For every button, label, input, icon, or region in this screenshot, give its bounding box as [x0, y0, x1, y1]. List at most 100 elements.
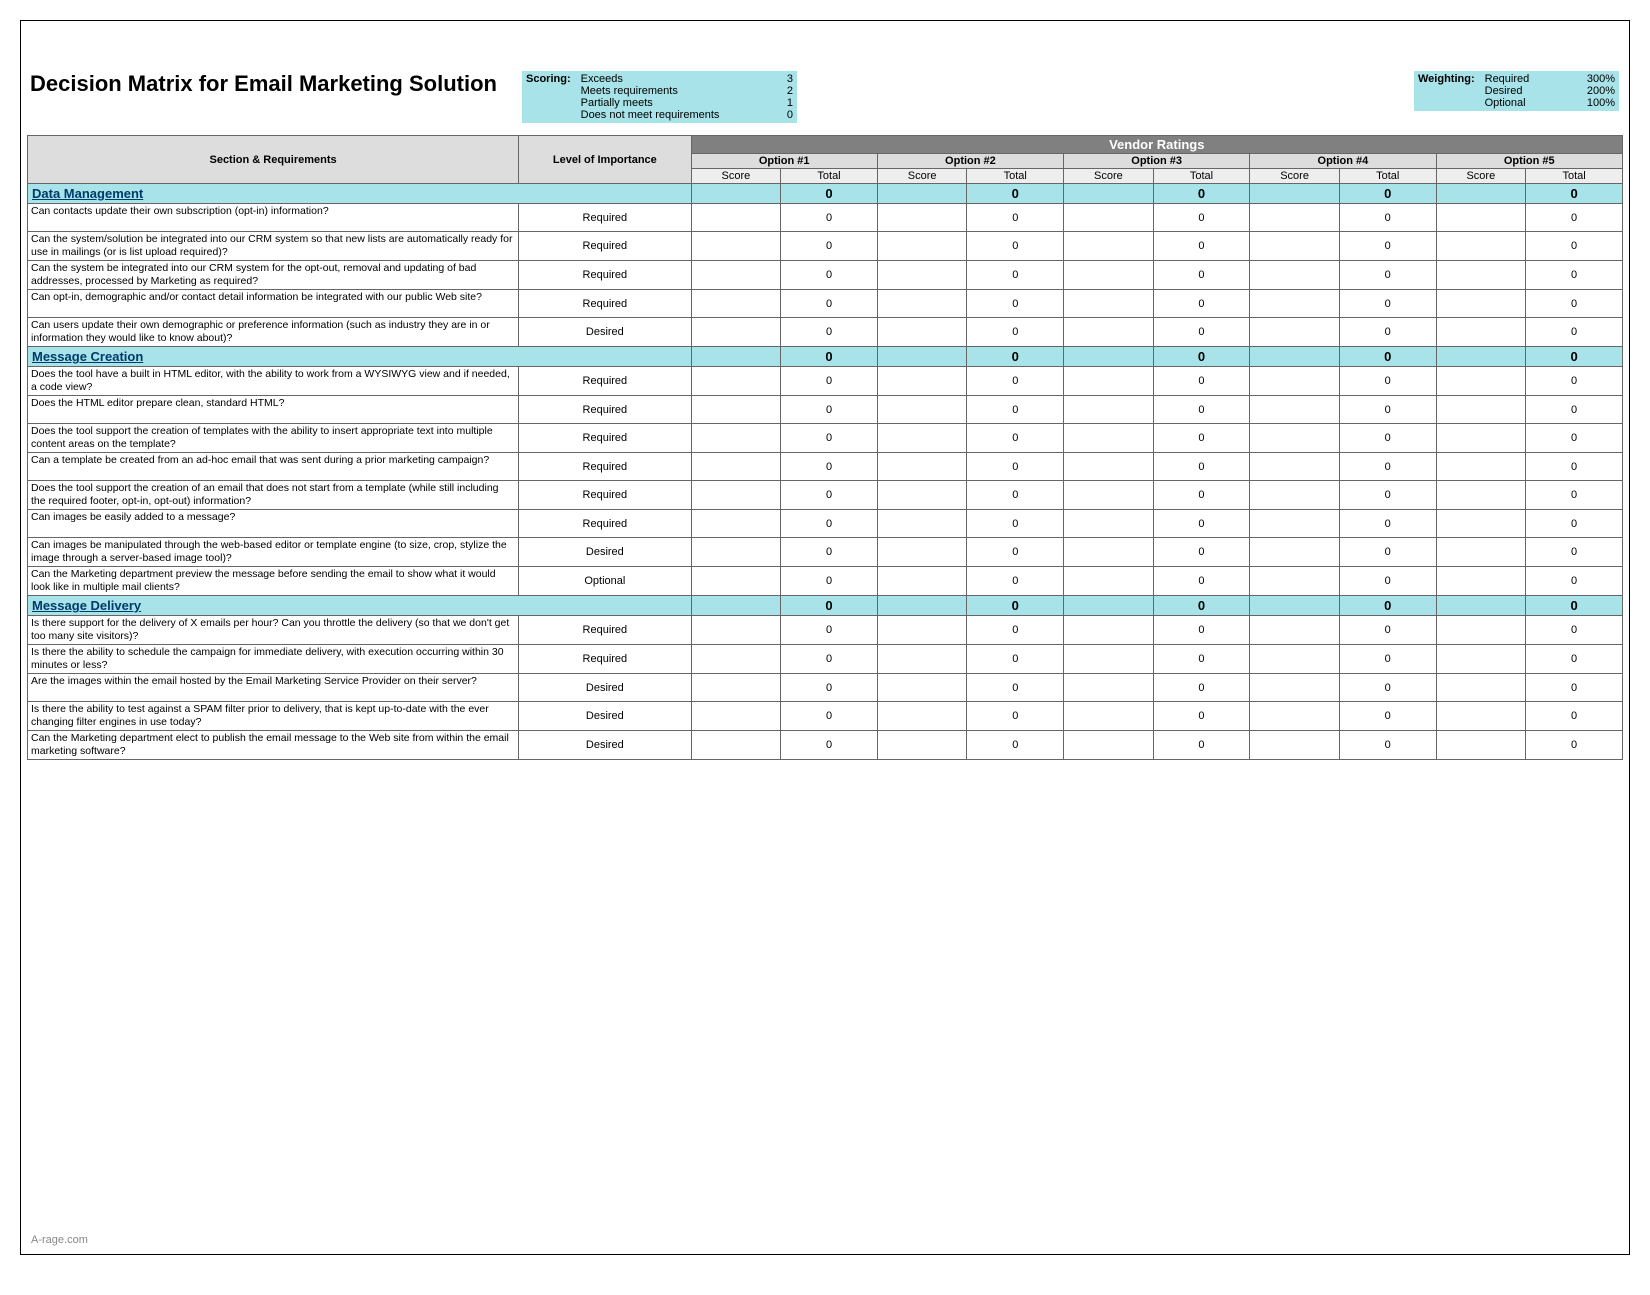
score-cell[interactable]	[1250, 702, 1340, 731]
score-cell[interactable]	[877, 645, 967, 674]
score-cell[interactable]	[877, 538, 967, 567]
score-cell[interactable]	[691, 616, 781, 645]
score-cell[interactable]	[877, 510, 967, 538]
score-cell[interactable]	[691, 702, 781, 731]
score-cell[interactable]	[1064, 538, 1154, 567]
score-cell[interactable]	[1064, 481, 1154, 510]
score-cell[interactable]	[1250, 567, 1340, 596]
score-cell[interactable]	[691, 674, 781, 702]
score-cell[interactable]	[691, 204, 781, 232]
score-cell[interactable]	[1436, 510, 1526, 538]
score-cell[interactable]	[1436, 538, 1526, 567]
score-cell[interactable]	[877, 567, 967, 596]
score-cell[interactable]	[691, 567, 781, 596]
score-cell[interactable]	[691, 232, 781, 261]
score-cell[interactable]	[877, 674, 967, 702]
score-cell[interactable]	[877, 261, 967, 290]
score-cell[interactable]	[1436, 731, 1526, 760]
score-cell[interactable]	[1064, 396, 1154, 424]
score-cell[interactable]	[1436, 674, 1526, 702]
score-cell[interactable]	[1436, 567, 1526, 596]
score-cell[interactable]	[1436, 290, 1526, 318]
score-cell[interactable]	[691, 318, 781, 347]
section-total: 0	[1526, 596, 1623, 616]
score-cell[interactable]	[691, 538, 781, 567]
score-cell[interactable]	[1250, 367, 1340, 396]
importance-level: Required	[519, 290, 691, 318]
score-cell[interactable]	[691, 367, 781, 396]
score-cell[interactable]	[1250, 290, 1340, 318]
score-cell[interactable]	[1064, 674, 1154, 702]
score-cell[interactable]	[1250, 396, 1340, 424]
score-cell[interactable]	[691, 290, 781, 318]
score-cell[interactable]	[1436, 318, 1526, 347]
score-cell[interactable]	[1250, 424, 1340, 453]
score-cell[interactable]	[1250, 318, 1340, 347]
score-cell[interactable]	[877, 616, 967, 645]
score-cell[interactable]	[877, 424, 967, 453]
score-cell[interactable]	[1436, 232, 1526, 261]
score-cell[interactable]	[1064, 232, 1154, 261]
importance-level: Required	[519, 510, 691, 538]
score-cell[interactable]	[1250, 481, 1340, 510]
score-cell[interactable]	[1436, 261, 1526, 290]
score-cell[interactable]	[691, 645, 781, 674]
score-cell[interactable]	[1436, 453, 1526, 481]
score-cell[interactable]	[877, 453, 967, 481]
section-total: 0	[1153, 596, 1250, 616]
score-cell[interactable]	[1436, 204, 1526, 232]
score-cell[interactable]	[1250, 731, 1340, 760]
score-cell[interactable]	[1064, 453, 1154, 481]
score-cell[interactable]	[1436, 396, 1526, 424]
score-cell[interactable]	[1436, 645, 1526, 674]
score-cell[interactable]	[1064, 424, 1154, 453]
score-cell[interactable]	[1436, 702, 1526, 731]
score-cell[interactable]	[1064, 367, 1154, 396]
score-cell[interactable]	[691, 424, 781, 453]
score-cell[interactable]	[1250, 674, 1340, 702]
score-cell[interactable]	[1064, 290, 1154, 318]
section-score-blank	[877, 596, 967, 616]
score-cell[interactable]	[877, 731, 967, 760]
score-cell[interactable]	[1250, 616, 1340, 645]
score-cell[interactable]	[1064, 567, 1154, 596]
score-cell[interactable]	[1064, 645, 1154, 674]
score-cell[interactable]	[877, 204, 967, 232]
score-cell[interactable]	[877, 367, 967, 396]
score-cell[interactable]	[1250, 232, 1340, 261]
score-cell[interactable]	[691, 731, 781, 760]
score-cell[interactable]	[1250, 538, 1340, 567]
score-cell[interactable]	[1064, 318, 1154, 347]
score-cell[interactable]	[1250, 453, 1340, 481]
score-cell[interactable]	[877, 702, 967, 731]
score-cell[interactable]	[691, 510, 781, 538]
header-option-1: Option #1	[691, 154, 877, 169]
section-header: Data Management	[28, 184, 692, 204]
score-cell[interactable]	[877, 396, 967, 424]
score-cell[interactable]	[1064, 702, 1154, 731]
score-cell[interactable]	[1436, 481, 1526, 510]
section-total: 0	[967, 347, 1064, 367]
score-cell[interactable]	[877, 318, 967, 347]
score-cell[interactable]	[1064, 204, 1154, 232]
score-cell[interactable]	[691, 453, 781, 481]
score-cell[interactable]	[1250, 261, 1340, 290]
score-cell[interactable]	[877, 232, 967, 261]
score-cell[interactable]	[691, 481, 781, 510]
score-cell[interactable]	[1436, 367, 1526, 396]
score-cell[interactable]	[1250, 510, 1340, 538]
score-cell[interactable]	[1436, 424, 1526, 453]
score-cell[interactable]	[877, 481, 967, 510]
score-cell[interactable]	[691, 396, 781, 424]
score-cell[interactable]	[1250, 645, 1340, 674]
score-cell[interactable]	[1064, 616, 1154, 645]
score-cell[interactable]	[877, 290, 967, 318]
section-header: Message Creation	[28, 347, 692, 367]
score-cell[interactable]	[1436, 616, 1526, 645]
score-cell[interactable]	[1064, 510, 1154, 538]
score-cell[interactable]	[691, 261, 781, 290]
total-cell: 0	[1339, 367, 1436, 396]
score-cell[interactable]	[1250, 204, 1340, 232]
score-cell[interactable]	[1064, 261, 1154, 290]
score-cell[interactable]	[1064, 731, 1154, 760]
